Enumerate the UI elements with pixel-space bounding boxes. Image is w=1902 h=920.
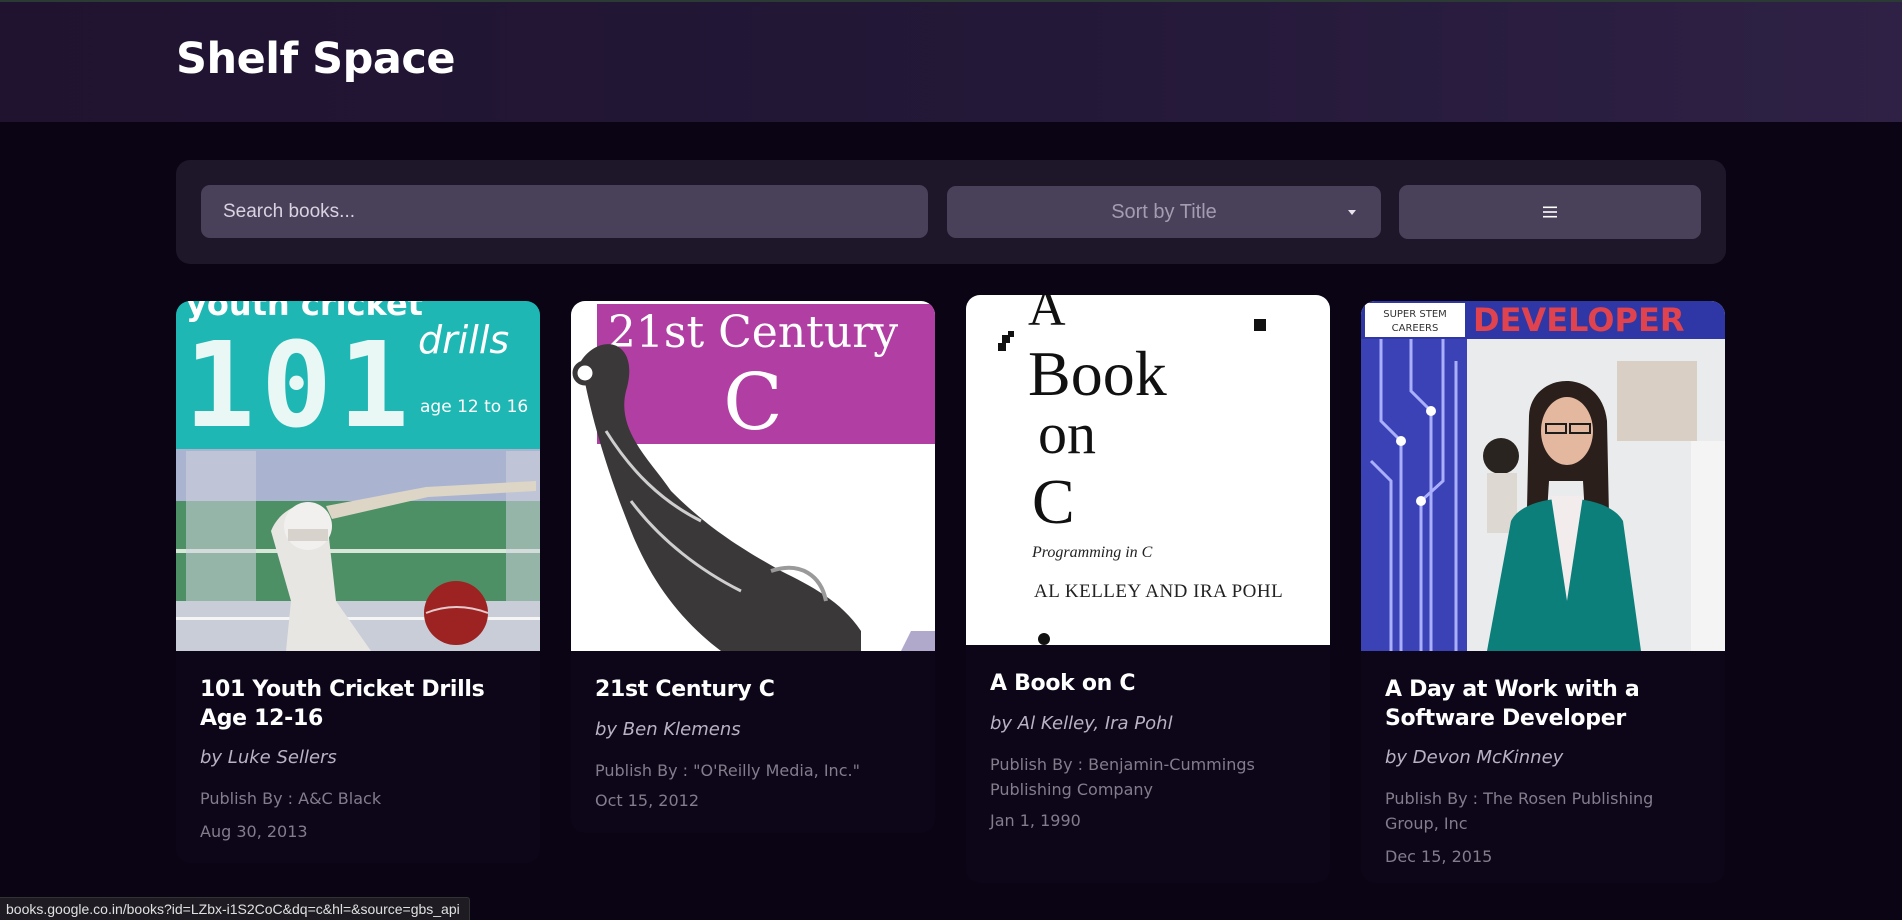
book-publisher: Publish By : "O'Reilly Media, Inc." — [595, 761, 860, 780]
caret-down-icon — [1348, 210, 1356, 215]
cover-text: age 12 to 16 — [420, 397, 528, 417]
toolbar: Sort by Title — [176, 160, 1726, 264]
cover-text: A — [1028, 295, 1066, 337]
book-author: by Devon McKinney — [1385, 747, 1564, 768]
cover-text: AL KELLEY AND IRA POHL — [1034, 581, 1283, 602]
book-date: Aug 30, 2013 — [200, 822, 308, 841]
book-date: Dec 15, 2015 — [1385, 847, 1493, 866]
book-cover-image: SUPER STEM CAREERS DEVELOPER — [1361, 301, 1725, 651]
book-cover[interactable]: SUPER STEM CAREERS DEVELOPER — [1361, 301, 1725, 651]
cover-text: CAREERS — [1392, 323, 1439, 334]
search-input[interactable] — [201, 185, 928, 238]
book-publisher: Publish By : Benjamin-Cummings Publishin… — [990, 755, 1255, 799]
cover-text: on — [1038, 401, 1096, 466]
sort-select-label: Sort by Title — [1111, 200, 1217, 223]
cover-text: Programming in C — [1031, 544, 1153, 561]
book-cover[interactable]: 21st Century C — [571, 301, 935, 651]
menu-icon — [1543, 206, 1557, 218]
cover-text: C — [723, 358, 783, 448]
book-title[interactable]: 21st Century C — [595, 675, 913, 704]
book-cover-image: youth cricket 101 drills age 12 to 16 — [176, 301, 540, 651]
book-card[interactable]: 21st Century C 21st Century C by Ben Kle… — [571, 301, 935, 833]
brand-title: Shelf Space — [176, 34, 456, 84]
book-publisher: Publish By : The Rosen Publishing Group,… — [1385, 789, 1654, 833]
book-date: Oct 15, 2012 — [595, 791, 699, 810]
book-publisher: Publish By : A&C Black — [200, 789, 382, 808]
book-title[interactable]: A Day at Work with a Software Developer — [1385, 675, 1703, 733]
book-cover[interactable]: A Book on C Programming in C AL KELLEY A… — [966, 295, 1330, 645]
cover-text: SUPER STEM — [1383, 309, 1447, 320]
cover-text: DEVELOPER — [1473, 301, 1684, 339]
status-bar-url: books.google.co.in/books?id=LZbx-i1S2CoC… — [0, 897, 470, 920]
book-cover[interactable]: youth cricket 101 drills age 12 to 16 — [176, 301, 540, 651]
book-cover-image: A Book on C Programming in C AL KELLEY A… — [966, 295, 1330, 645]
book-author: by Ben Klemens — [595, 719, 741, 740]
book-title[interactable]: A Book on C — [990, 669, 1308, 698]
book-title[interactable]: 101 Youth Cricket Drills Age 12-16 — [200, 675, 518, 733]
cover-text: 21st Century — [608, 307, 898, 358]
app-header: Shelf Space — [0, 0, 1902, 122]
sort-select[interactable]: Sort by Title — [947, 186, 1381, 238]
book-card[interactable]: A Book on C Programming in C AL KELLEY A… — [966, 295, 1330, 883]
book-date: Jan 1, 1990 — [990, 811, 1081, 830]
book-author: by Luke Sellers — [200, 747, 337, 768]
view-toggle-button[interactable] — [1399, 185, 1701, 239]
book-card[interactable]: youth cricket 101 drills age 12 to 16 10… — [176, 301, 540, 863]
cover-text: drills — [418, 318, 509, 362]
book-cover-image: 21st Century C — [571, 301, 935, 651]
book-card[interactable]: SUPER STEM CAREERS DEVELOPER A Day at Wo… — [1361, 301, 1725, 883]
cover-text: 101 — [184, 316, 415, 454]
cover-text: Book — [1028, 338, 1167, 409]
book-author: by Al Kelley, Ira Pohl — [990, 713, 1173, 734]
cover-text: C — [1032, 466, 1075, 537]
